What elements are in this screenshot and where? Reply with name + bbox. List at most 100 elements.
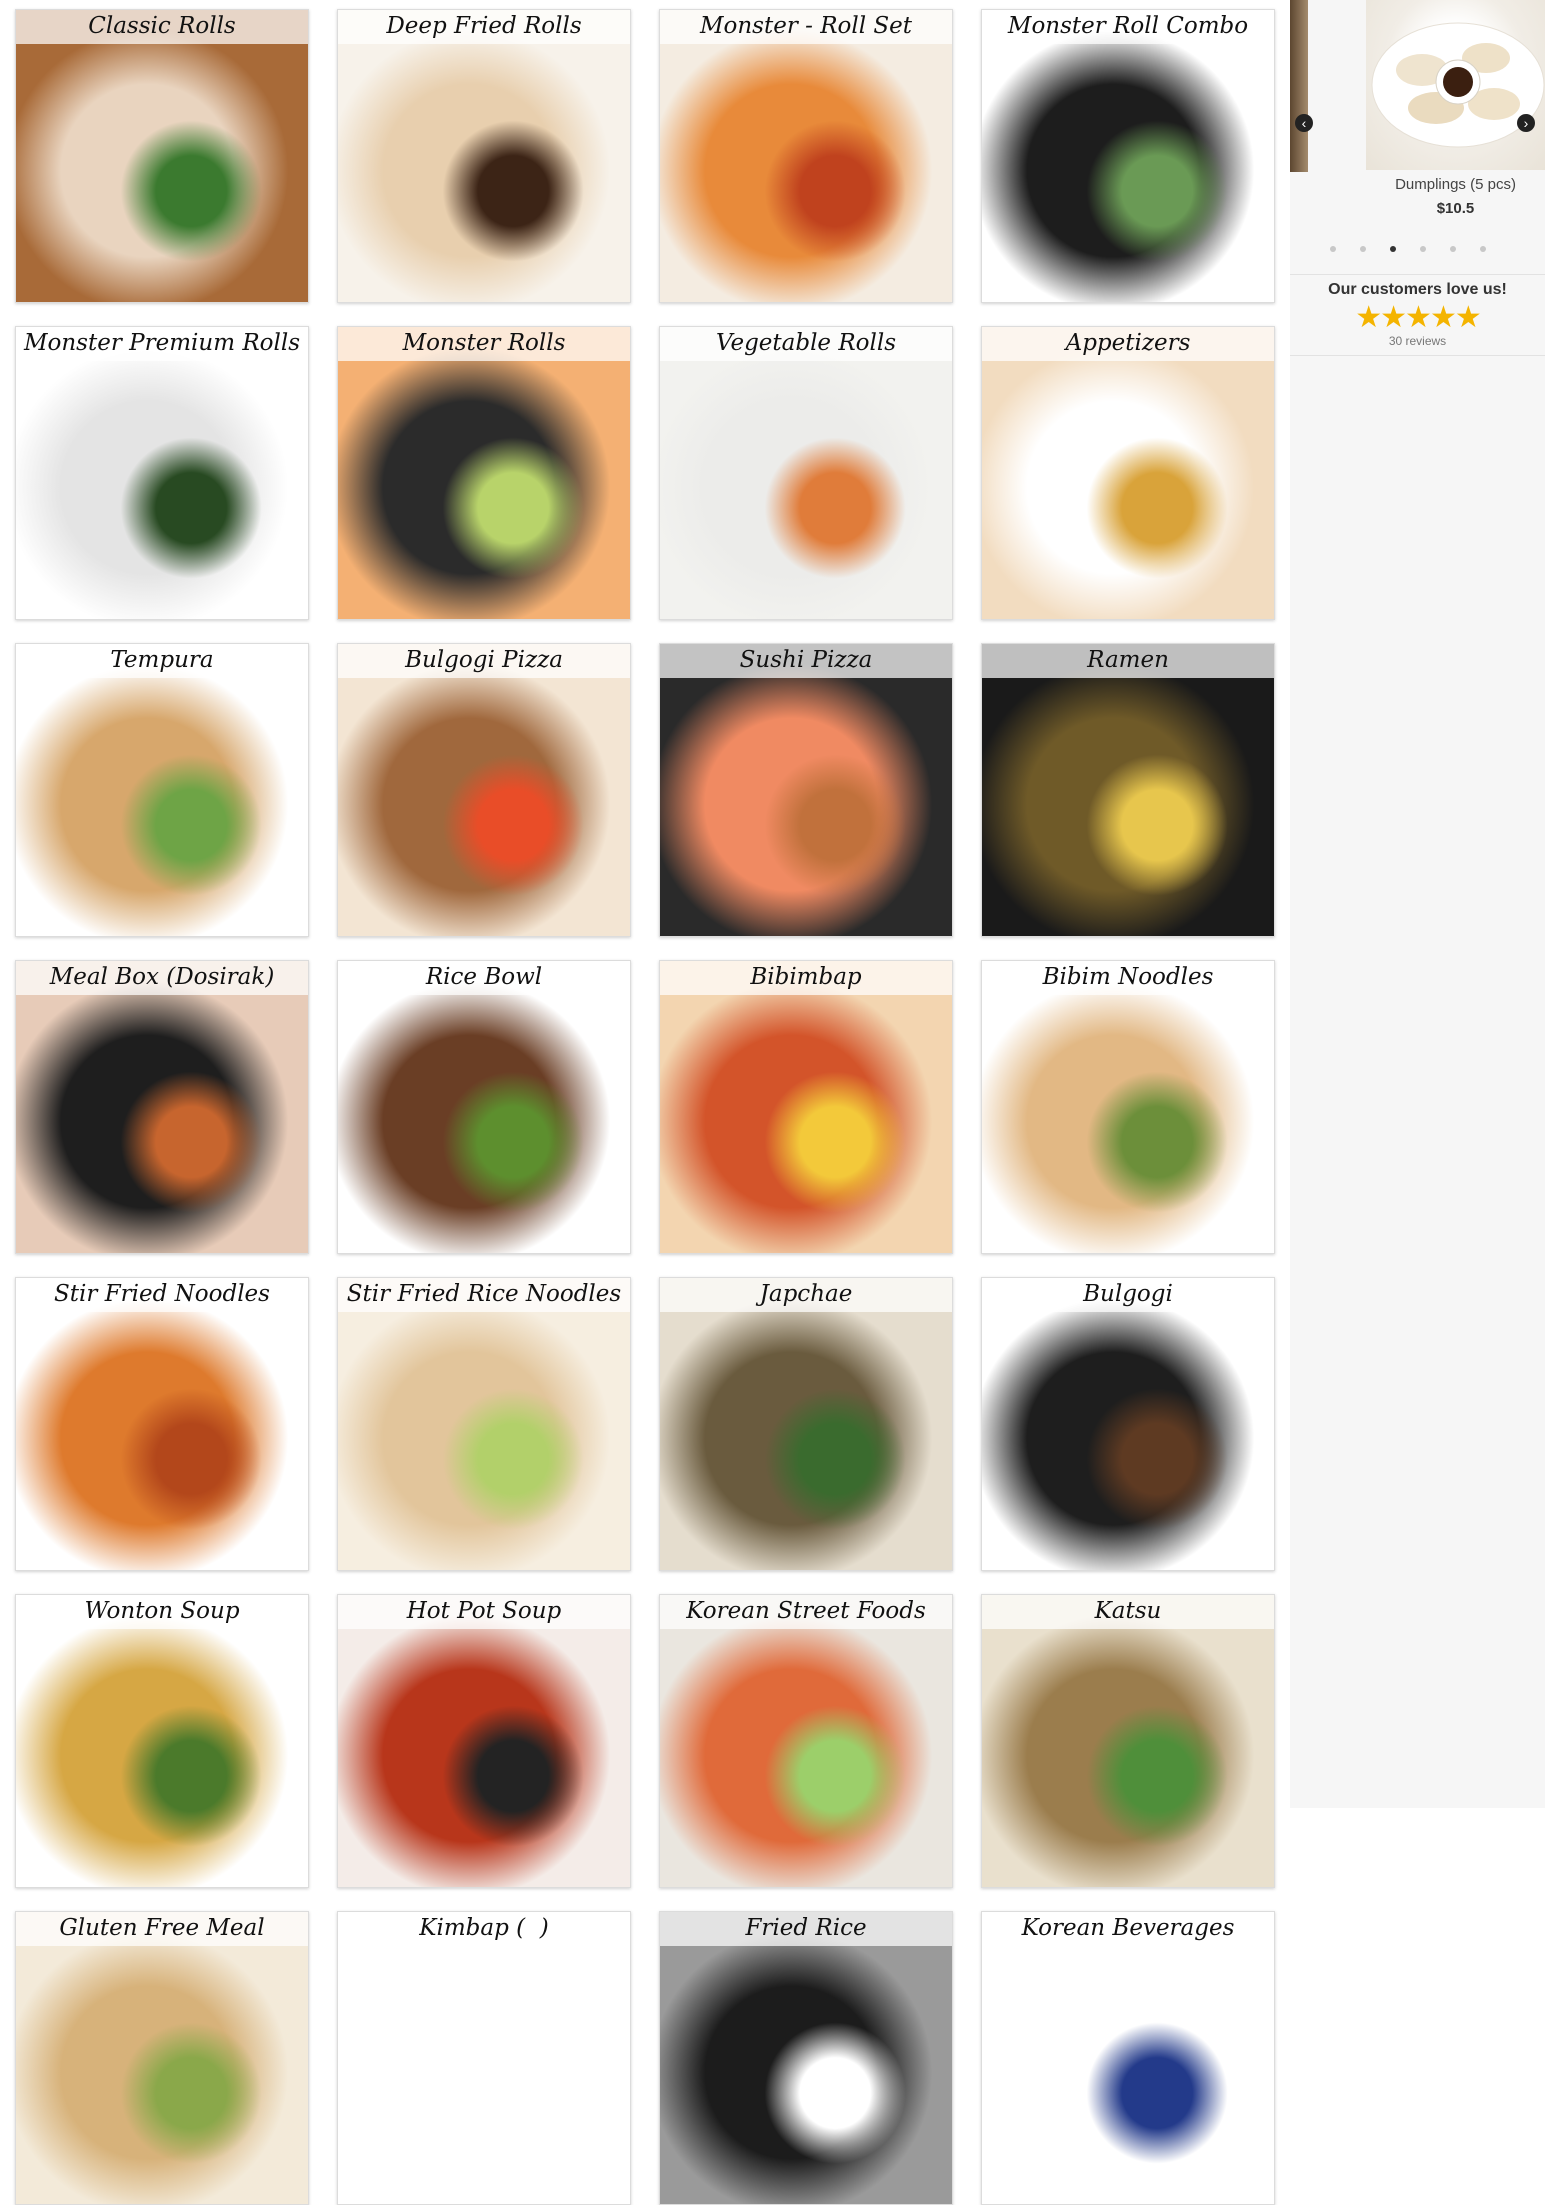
category-title[interactable]: Kimbap ( )	[338, 1912, 630, 1946]
menu-category-tile[interactable]: Stir Fried Rice Noodles	[337, 1277, 631, 1571]
menu-category-tile[interactable]: Rice Bowl	[337, 960, 631, 1254]
menu-category-tile[interactable]: Monster Rolls	[337, 326, 631, 620]
chevron-right-icon[interactable]: ›	[1517, 114, 1535, 132]
category-title[interactable]: Rice Bowl	[338, 961, 630, 995]
category-title[interactable]: Tempura	[16, 644, 308, 678]
category-title[interactable]: Hot Pot Soup	[338, 1595, 630, 1629]
category-photo	[338, 961, 630, 1253]
menu-category-tile[interactable]: Wonton Soup	[15, 1594, 309, 1888]
category-photo	[982, 644, 1274, 936]
category-photo	[16, 1595, 308, 1887]
menu-category-tile[interactable]: Gluten Free Meal	[15, 1911, 309, 2205]
menu-category-tile[interactable]: Tempura	[15, 643, 309, 937]
category-photo	[660, 327, 952, 619]
category-photo	[660, 10, 952, 302]
category-photo	[982, 10, 1274, 302]
menu-category-tile[interactable]: Deep Fried Rolls	[337, 9, 631, 303]
category-title[interactable]: Wonton Soup	[16, 1595, 308, 1629]
menu-category-tile[interactable]: Bulgogi Pizza	[337, 643, 631, 937]
carousel-dot[interactable]	[1450, 246, 1456, 252]
category-photo	[982, 1912, 1274, 2204]
category-photo	[338, 1278, 630, 1570]
menu-category-tile[interactable]: Sushi Pizza	[659, 643, 953, 937]
carousel-dot[interactable]	[1390, 246, 1396, 252]
category-photo	[660, 1278, 952, 1570]
category-title[interactable]: Katsu	[982, 1595, 1274, 1629]
category-title[interactable]: Meal Box (Dosirak)	[16, 961, 308, 995]
menu-category-tile[interactable]: Vegetable Rolls	[659, 326, 953, 620]
menu-category-tile[interactable]: Appetizers	[981, 326, 1275, 620]
category-title[interactable]: Bulgogi Pizza	[338, 644, 630, 678]
menu-category-tile[interactable]: Japchae	[659, 1277, 953, 1571]
carousel-dot[interactable]	[1480, 246, 1486, 252]
category-title[interactable]: Monster Premium Rolls	[16, 327, 308, 361]
star-icon: ★	[1429, 301, 1457, 334]
menu-category-tile[interactable]: Katsu	[981, 1594, 1275, 1888]
category-title[interactable]: Bibim Noodles	[982, 961, 1274, 995]
category-title[interactable]: Classic Rolls	[16, 10, 308, 44]
menu-category-tile[interactable]: Fried Rice	[659, 1911, 953, 2205]
category-title[interactable]: Ramen	[982, 644, 1274, 678]
category-title[interactable]: Monster - Roll Set	[660, 10, 952, 44]
category-photo	[338, 1912, 630, 2204]
category-title[interactable]: Stir Fried Noodles	[16, 1278, 308, 1312]
menu-category-tile[interactable]: Ramen	[981, 643, 1275, 937]
carousel-item-image[interactable]	[1366, 0, 1545, 170]
category-title[interactable]: Korean Beverages	[982, 1912, 1274, 1946]
menu-category-tile[interactable]: Kimbap ( )	[337, 1911, 631, 2205]
category-photo	[982, 1278, 1274, 1570]
category-title[interactable]: Bulgogi	[982, 1278, 1274, 1312]
menu-category-tile[interactable]: Bibim Noodles	[981, 960, 1275, 1254]
category-title[interactable]: Sushi Pizza	[660, 644, 952, 678]
star-icon: ★	[1405, 301, 1432, 334]
menu-category-tile[interactable]: Meal Box (Dosirak)	[15, 960, 309, 1254]
category-photo	[660, 644, 952, 936]
category-title[interactable]: Bibimbap	[660, 961, 952, 995]
carousel-dot[interactable]	[1420, 246, 1426, 252]
chevron-left-icon[interactable]: ‹	[1295, 114, 1313, 132]
category-title[interactable]: Japchae	[660, 1278, 952, 1312]
menu-category-tile[interactable]: Monster Premium Rolls	[15, 326, 309, 620]
menu-category-tile[interactable]: Stir Fried Noodles	[15, 1277, 309, 1571]
category-photo	[660, 1912, 952, 2204]
category-title[interactable]: Appetizers	[982, 327, 1274, 361]
menu-category-tile[interactable]: Korean Beverages	[981, 1911, 1275, 2205]
category-title[interactable]: Monster Rolls	[338, 327, 630, 361]
category-title[interactable]: Vegetable Rolls	[660, 327, 952, 361]
menu-category-tile[interactable]: Monster Roll Combo	[981, 9, 1275, 303]
category-title[interactable]: Korean Street Foods	[660, 1595, 952, 1629]
category-title[interactable]: Monster Roll Combo	[982, 10, 1274, 44]
menu-category-tile[interactable]: Monster - Roll Set	[659, 9, 953, 303]
star-icon: ★	[1380, 301, 1407, 334]
carousel-item-price: $10.5	[1436, 200, 1475, 217]
sidebar: ‹ › Dumplings (5 pcs) $10.5 Our customer…	[1290, 0, 1545, 1808]
category-title[interactable]: Fried Rice	[660, 1912, 952, 1946]
menu-category-tile[interactable]: Hot Pot Soup	[337, 1594, 631, 1888]
category-photo	[660, 1595, 952, 1887]
category-title[interactable]: Deep Fried Rolls	[338, 10, 630, 44]
carousel-pagination	[1330, 246, 1530, 258]
category-title[interactable]: Stir Fried Rice Noodles	[338, 1278, 630, 1312]
carousel-dot[interactable]	[1360, 246, 1366, 252]
menu-category-tile[interactable]: Bibimbap	[659, 960, 953, 1254]
review-count[interactable]: 30 reviews	[1290, 334, 1545, 348]
carousel-item-name[interactable]: Dumplings (5 pcs)	[1366, 176, 1545, 193]
category-photo	[16, 327, 308, 619]
category-title[interactable]: Gluten Free Meal	[16, 1912, 308, 1946]
category-photo	[16, 1912, 308, 2204]
category-photo	[16, 644, 308, 936]
menu-category-tile[interactable]: Korean Street Foods	[659, 1594, 953, 1888]
category-photo	[338, 1595, 630, 1887]
category-photo	[338, 644, 630, 936]
star-icon: ★	[1355, 301, 1382, 334]
category-photo	[16, 1278, 308, 1570]
carousel-prev-item-image[interactable]	[1290, 0, 1308, 172]
carousel-dot[interactable]	[1330, 246, 1336, 252]
category-photo	[338, 327, 630, 619]
menu-category-grid: Classic Rolls Deep Fried Rolls Monster - R…	[0, 0, 1290, 2205]
menu-category-tile[interactable]: Classic Rolls	[15, 9, 309, 303]
divider	[1290, 274, 1545, 275]
menu-category-tile[interactable]: Bulgogi	[981, 1277, 1275, 1571]
category-photo	[338, 10, 630, 302]
star-rating[interactable]: ★★★★★	[1290, 303, 1545, 333]
